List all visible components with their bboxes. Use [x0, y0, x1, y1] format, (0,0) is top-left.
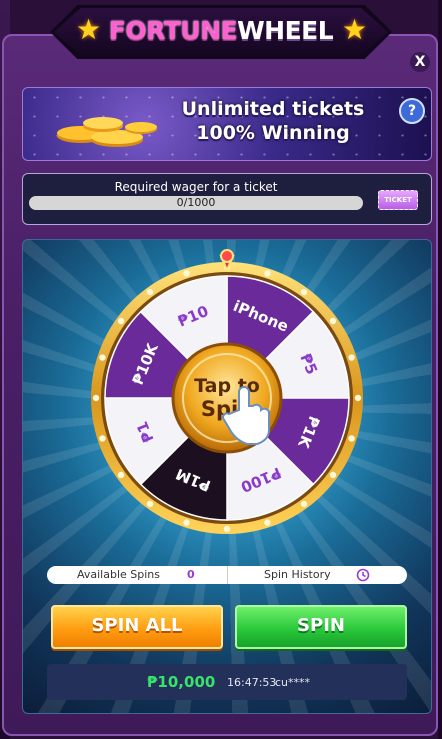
rim-light — [117, 471, 125, 479]
rim-light — [348, 354, 355, 361]
rim-light — [183, 270, 190, 277]
rim-light — [99, 435, 106, 442]
rim-light — [264, 519, 271, 526]
rim-light — [354, 394, 362, 402]
spin-button[interactable]: SPIN — [235, 605, 407, 649]
title-fortune: FORTUNE — [108, 16, 238, 45]
rim-light — [223, 525, 231, 533]
page-title: FORTUNEWHEEL — [0, 16, 442, 45]
fortune-wheel-modal: X Unlimited tickets 100% Winning ? Requi… — [2, 34, 438, 736]
rim-light — [329, 471, 337, 479]
rim-light — [348, 435, 355, 442]
winner-ticker: ₱10,000 16:47:53 cu**** — [47, 664, 407, 700]
promo-line-2: 100% Winning — [196, 122, 350, 144]
rim-light — [264, 270, 271, 277]
wheel-panel: iPhone ₱5 ₱1K ₱100 ₱1M ₱1 ₱10K ₱10 Tap to Spin … — [22, 239, 432, 714]
wager-panel: Required wager for a ticket 0/1000 TICKE… — [22, 173, 432, 225]
rim-light — [183, 519, 190, 526]
title-wheel: WHEEL — [237, 16, 334, 45]
ticket-icon: TICKET — [378, 190, 418, 210]
rim-light — [300, 500, 308, 508]
wager-progress-text: 0/1000 — [176, 196, 216, 209]
ticker-amount: ₱10,000 — [147, 673, 216, 691]
ticker-user: cu**** — [275, 676, 311, 689]
right-edge — [438, 0, 442, 739]
help-icon[interactable]: ? — [399, 98, 425, 124]
rim-light — [99, 354, 106, 361]
rim-light — [300, 288, 308, 296]
rim-light — [146, 500, 154, 508]
history-icon — [356, 568, 370, 582]
available-spins-count: 0 — [187, 568, 195, 581]
wager-label: Required wager for a ticket — [114, 180, 278, 194]
coins-icon — [57, 117, 157, 147]
rim-light — [146, 288, 154, 296]
spin-info-bar: Available Spins 0 Spin History — [47, 566, 407, 584]
ticker-time: 16:47:53 — [227, 676, 277, 689]
rim-light — [117, 317, 125, 325]
spin-all-button[interactable]: SPIN ALL — [51, 605, 223, 649]
available-spins-label: Available Spins — [77, 568, 161, 581]
spin-history-link[interactable]: Spin History — [227, 566, 408, 584]
wager-progress-bar: 0/1000 — [29, 196, 363, 210]
promo-line-1: Unlimited tickets — [181, 98, 365, 120]
promo-banner: Unlimited tickets 100% Winning ? — [22, 87, 432, 161]
fortune-wheel[interactable]: iPhone₱5₱1K₱100₱1M₱1₱10K₱10 Tap to Spin — [91, 248, 363, 544]
spin-history-label: Spin History — [264, 568, 331, 581]
close-button[interactable]: X — [410, 52, 430, 72]
rim-light — [329, 317, 337, 325]
available-spins: Available Spins 0 — [47, 566, 227, 584]
rim-light — [92, 394, 100, 402]
